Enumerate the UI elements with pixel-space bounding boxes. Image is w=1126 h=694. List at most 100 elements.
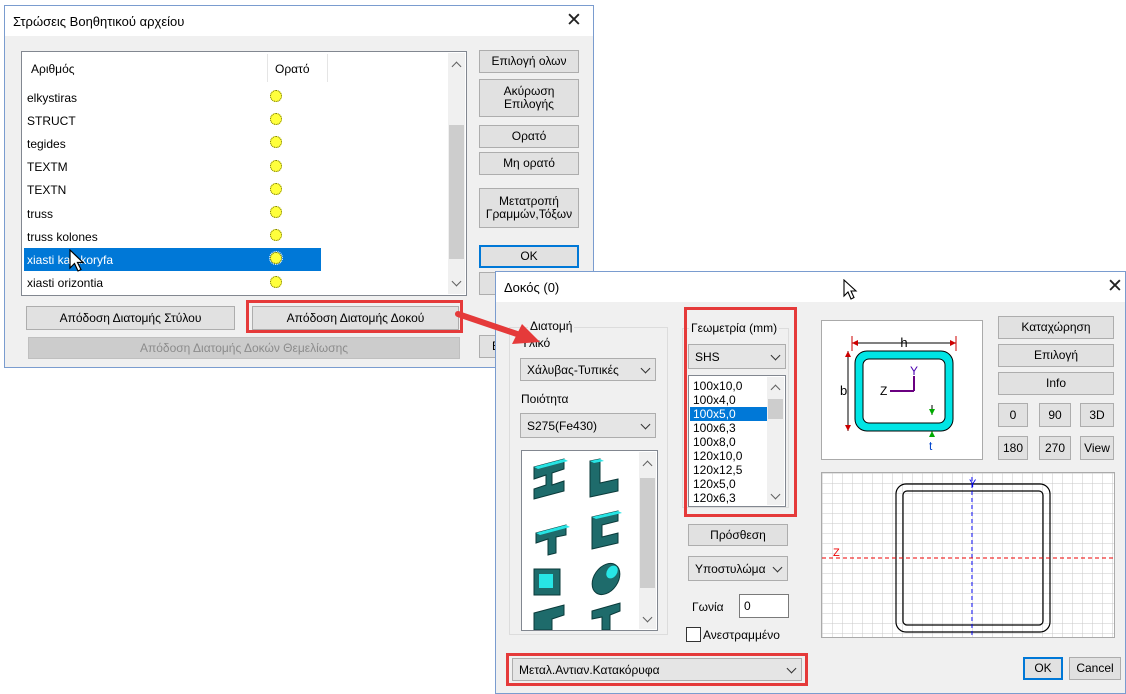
quality-select[interactable]: S275(Fe430) — [520, 413, 656, 438]
axis-z-label: Z — [880, 384, 887, 398]
table-row[interactable]: STRUCT — [24, 109, 444, 132]
scroll-up-icon[interactable] — [642, 460, 653, 471]
chevron-down-icon — [772, 562, 783, 572]
section-grid-preview: Y Z — [821, 472, 1115, 638]
mouse-cursor-icon — [69, 249, 85, 272]
layers-dialog-titlebar: Στρώσεις Βοηθητικού αρχείου ✕ — [5, 6, 593, 36]
layer-name: TEXTM — [27, 160, 68, 175]
select-all-button[interactable]: Επιλογή ολων — [479, 50, 579, 73]
layer-name: tegides — [27, 136, 66, 151]
i-beam-shape-icon — [533, 458, 568, 500]
beam-ok-button[interactable]: OK — [1023, 657, 1063, 680]
double-i-shape-icon — [533, 604, 565, 630]
visibility-bulb-icon[interactable] — [270, 159, 282, 172]
rectangular-tube-shape-icon — [533, 568, 561, 596]
section-shapes — [533, 458, 622, 630]
table-row[interactable]: xiasti orizontia — [24, 272, 444, 295]
visibility-bulb-icon[interactable] — [269, 251, 283, 266]
table-row[interactable]: truss — [24, 202, 444, 225]
convert-lines-arcs-button[interactable]: Μετατροπή Γραμμών,Τόξων — [479, 188, 579, 228]
layer-name: TEXTN — [27, 183, 67, 198]
scrollbar-thumb[interactable] — [449, 125, 464, 259]
not-visible-button[interactable]: Μη ορατό — [479, 152, 579, 175]
layers-list-scrollbar[interactable] — [448, 53, 465, 294]
scrollbar-thumb[interactable] — [640, 478, 655, 588]
info-button[interactable]: Info — [998, 372, 1114, 395]
rotate-180-button[interactable]: 180 — [998, 436, 1028, 460]
table-row[interactable]: truss kolones — [24, 225, 444, 248]
section-diagram: h b Y Z t — [821, 320, 983, 460]
layer-name: elkystiras — [27, 90, 78, 105]
highlight-frame-geometry — [684, 307, 797, 517]
column-section-button[interactable]: Απόδοση Διατομής Στύλου — [26, 306, 235, 330]
column-header-number[interactable]: Αριθμός — [31, 62, 75, 76]
material-select[interactable]: Χάλυβας-Τυπικές — [520, 358, 656, 381]
section-shape-gallery[interactable] — [521, 450, 658, 631]
rotate-270-button[interactable]: 270 — [1039, 436, 1071, 460]
cancel-selection-button[interactable]: Ακύρωση Επιλογής — [479, 79, 579, 117]
rotate-0-button[interactable]: 0 — [998, 403, 1028, 427]
grid-axis-z-label: Z — [833, 547, 840, 559]
table-row[interactable]: TEXTM — [24, 156, 444, 179]
mouse-pointer-icon — [843, 279, 858, 300]
scroll-down-icon[interactable] — [642, 612, 653, 623]
select-button[interactable]: Επιλογή — [998, 344, 1114, 367]
ok-button[interactable]: OK — [479, 245, 579, 268]
annotation-arrow-icon — [455, 311, 540, 344]
view-3d-button[interactable]: 3D — [1080, 403, 1114, 427]
gallery-scrollbar[interactable] — [639, 452, 656, 629]
beam-dialog-title: Δοκός (0) — [504, 280, 560, 295]
layer-name: truss — [27, 206, 54, 221]
highlight-frame-beam-section — [246, 300, 463, 333]
visibility-bulb-icon[interactable] — [270, 90, 282, 102]
view-button[interactable]: View — [1080, 436, 1114, 460]
grid-axis-y-label: Y — [969, 478, 977, 490]
close-icon[interactable]: ✕ — [566, 9, 582, 32]
chevron-down-icon — [640, 363, 651, 373]
layers-list[interactable]: Αριθμός Ορατό elkystiras STRUCT tegides TEX… — [21, 51, 467, 296]
axis-y-label: Y — [910, 364, 918, 378]
table-row[interactable]: tegides — [24, 132, 444, 155]
angle-input[interactable] — [739, 594, 789, 618]
channel-shape-icon — [591, 510, 622, 550]
layer-name: truss kolones — [27, 229, 98, 244]
highlight-frame-category — [506, 653, 808, 686]
rotate-90-button[interactable]: 90 — [1039, 403, 1071, 427]
dimension-h-label: h — [900, 335, 907, 350]
inverted-label: Ανεστραμμένο — [703, 628, 780, 642]
thickness-t-label: t — [929, 439, 933, 453]
angle-shape-icon — [589, 458, 619, 498]
layers-dialog-title: Στρώσεις Βοηθητικού αρχείου — [13, 14, 185, 29]
layer-name: STRUCT — [27, 113, 76, 128]
table-row[interactable]: TEXTN — [24, 179, 444, 202]
visibility-bulb-icon[interactable] — [270, 113, 282, 126]
dimension-b-label: b — [840, 383, 847, 398]
visible-button[interactable]: Ορατό — [479, 125, 579, 148]
scroll-down-icon[interactable] — [451, 276, 462, 287]
inverted-checkbox[interactable] — [686, 627, 701, 642]
foundation-section-button: Απόδοση Διατομής Δοκών Θεμελίωσης — [28, 337, 460, 359]
list-header: Αριθμός Ορατό — [24, 54, 448, 82]
visibility-bulb-icon[interactable] — [270, 206, 282, 218]
close-icon[interactable]: ✕ — [1107, 275, 1123, 298]
scroll-up-icon[interactable] — [451, 61, 462, 72]
angle-label: Γωνία — [692, 600, 724, 614]
quality-label: Ποιότητα — [521, 392, 569, 406]
visibility-bulb-icon[interactable] — [270, 275, 282, 288]
visibility-bulb-icon[interactable] — [270, 182, 282, 195]
table-row[interactable]: elkystiras — [24, 86, 444, 109]
t-section-shape-icon — [535, 524, 570, 556]
beam-cancel-button[interactable]: Cancel — [1069, 657, 1121, 680]
register-button[interactable]: Καταχώρηση — [998, 316, 1114, 339]
beam-dialog: Δοκός (0) ✕ Διατομή Υλικό Χάλυβας-Τυπικέ… — [495, 271, 1126, 694]
double-t-shape-icon — [591, 602, 621, 630]
layer-name: xiasti orizontia — [27, 276, 104, 291]
subcolumn-select[interactable]: Υποστυλώμα — [688, 556, 788, 581]
visibility-bulb-icon[interactable] — [270, 136, 282, 149]
column-header-visible[interactable]: Ορατό — [275, 62, 310, 76]
circular-tube-shape-icon — [591, 562, 621, 596]
beam-dialog-titlebar: Δοκός (0) ✕ — [496, 272, 1125, 302]
chevron-down-icon — [640, 419, 651, 429]
visibility-bulb-icon[interactable] — [270, 229, 282, 242]
add-button[interactable]: Πρόσθεση — [688, 524, 788, 546]
